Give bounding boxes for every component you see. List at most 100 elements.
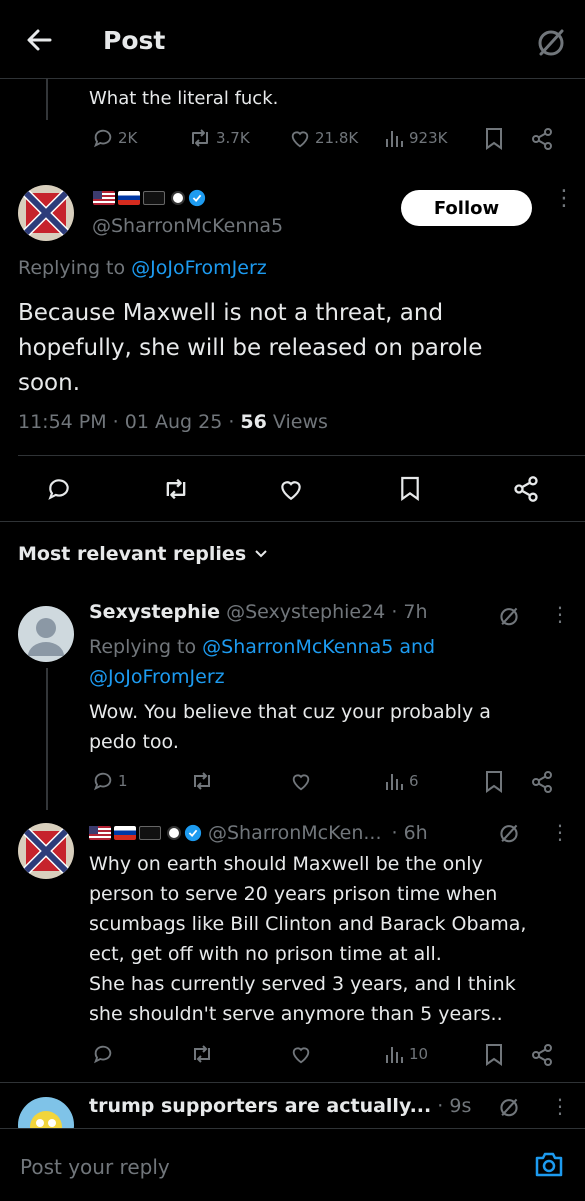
grok-button[interactable] [498, 1096, 520, 1118]
verified-badge-icon [184, 824, 202, 842]
timestamp: · 7h [391, 601, 428, 623]
reply-input[interactable] [18, 1149, 502, 1185]
post-text: Because Maxwell is not a threat, and hop… [18, 300, 483, 396]
repost-icon [194, 1045, 210, 1063]
thread-line [46, 78, 48, 120]
repost-button[interactable] [190, 770, 214, 792]
sort-dropdown[interactable]: Most relevant replies [18, 543, 268, 565]
user-handle[interactable]: @SharronMcKenna5 [92, 215, 283, 237]
share-button[interactable] [530, 770, 554, 794]
share-button[interactable] [530, 1043, 554, 1067]
reply-icon [93, 772, 112, 791]
mention-link[interactable]: @SharronMcKenna5 [202, 636, 393, 658]
bookmark-button[interactable] [484, 1043, 504, 1067]
timestamp: · 6h [391, 822, 428, 844]
like-button[interactable] [278, 476, 304, 502]
like-button[interactable]: 21.8K [289, 127, 358, 149]
grok-button[interactable] [498, 822, 520, 844]
views-icon [386, 1047, 403, 1063]
thread-line [46, 668, 48, 810]
mention-link[interactable]: @JoJoFromJerz [89, 666, 225, 688]
more-options-icon[interactable]: ⋮ [550, 604, 570, 624]
grok-icon [500, 1098, 518, 1117]
pirate-flag-icon [139, 826, 161, 840]
display-name[interactable]: Sexystephie [89, 601, 220, 623]
repost-icon [166, 478, 186, 500]
heart-icon [281, 481, 301, 501]
views-count: 10 [409, 1045, 429, 1063]
share-icon [532, 771, 552, 793]
user-badges [93, 189, 206, 207]
back-button[interactable] [26, 28, 52, 52]
reply-text: Why on earth should Maxwell be the only … [89, 853, 527, 1025]
page-title: Post [103, 26, 166, 55]
replying-to: Replying to @SharronMcKenna5 and @JoJoFr… [89, 636, 436, 688]
us-flag-icon [93, 191, 115, 205]
grok-button[interactable] [535, 26, 567, 58]
user-handle[interactable]: @Sexystephie24 [226, 601, 385, 623]
avatar[interactable] [18, 185, 74, 241]
share-icon [532, 128, 552, 150]
views-count: 923K [409, 129, 448, 147]
camera-button[interactable] [535, 1151, 563, 1177]
reply-button[interactable] [46, 476, 72, 502]
chevron-down-icon [255, 550, 267, 558]
reply-header: Sexystephie @Sexystephie24 · 7h [89, 601, 428, 623]
mention-link[interactable]: @JoJoFromJerz [131, 257, 267, 279]
views-count: 6 [409, 772, 419, 790]
repost-button[interactable] [162, 476, 190, 502]
bookmark-button[interactable] [484, 770, 504, 794]
replying-to: Replying to @JoJoFromJerz [18, 257, 267, 279]
like-count: 21.8K [315, 129, 359, 147]
divider [18, 455, 585, 456]
reply-button[interactable]: 1 [92, 770, 128, 792]
reply-button[interactable]: 2K [92, 127, 137, 149]
grok-button[interactable] [498, 605, 520, 627]
share-icon [514, 476, 538, 502]
display-name[interactable]: trump supporters are actually... [89, 1095, 431, 1117]
bookmark-icon [486, 771, 502, 793]
reply-text: Wow. You believe that cuz your probably … [89, 701, 491, 753]
russia-flag-icon [118, 191, 140, 205]
russia-flag-icon [114, 826, 136, 840]
bookmark-icon [486, 1044, 502, 1066]
views-button[interactable]: 923K [385, 127, 447, 149]
views-button[interactable]: 6 [385, 770, 419, 792]
repost-button[interactable]: 3.7K [188, 127, 250, 149]
views-number: 56 [240, 411, 267, 433]
more-options-icon[interactable]: ⋮ [553, 188, 575, 210]
repost-button[interactable] [190, 1043, 214, 1065]
reply-count: 2K [118, 129, 138, 147]
eye-icon [171, 191, 185, 205]
like-button[interactable] [290, 770, 312, 792]
views-button[interactable]: 10 [385, 1043, 428, 1065]
grok-icon [538, 29, 564, 56]
bookmark-icon [486, 128, 502, 150]
reply-icon [93, 1045, 112, 1064]
share-button[interactable] [512, 475, 540, 503]
more-options-icon[interactable]: ⋮ [550, 822, 570, 842]
grok-icon [500, 607, 518, 626]
share-button[interactable] [530, 127, 554, 151]
camera-icon [535, 1152, 563, 1177]
bookmark-button[interactable] [399, 475, 421, 503]
post-meta: 11:54 PM · 01 Aug 25 · 56 Views [18, 411, 328, 433]
heart-icon [292, 1047, 310, 1064]
header-divider [0, 78, 585, 79]
pirate-flag-icon [143, 191, 165, 205]
bookmark-icon [401, 476, 419, 502]
avatar[interactable] [18, 606, 74, 662]
user-handle[interactable]: @SharronMcKen... [208, 822, 382, 844]
avatar[interactable] [18, 1097, 74, 1128]
follow-button[interactable]: Follow [401, 190, 532, 226]
more-options-icon[interactable]: ⋮ [550, 1096, 570, 1116]
avatar[interactable] [18, 823, 74, 879]
reply-header: @SharronMcKen... · 6h [89, 822, 428, 844]
divider [0, 521, 585, 522]
like-button[interactable] [290, 1043, 312, 1065]
share-icon [532, 1044, 552, 1066]
bookmark-button[interactable] [484, 127, 504, 151]
reply-button[interactable] [92, 1043, 114, 1065]
arrow-left-icon [27, 29, 52, 51]
grok-icon [500, 824, 518, 843]
